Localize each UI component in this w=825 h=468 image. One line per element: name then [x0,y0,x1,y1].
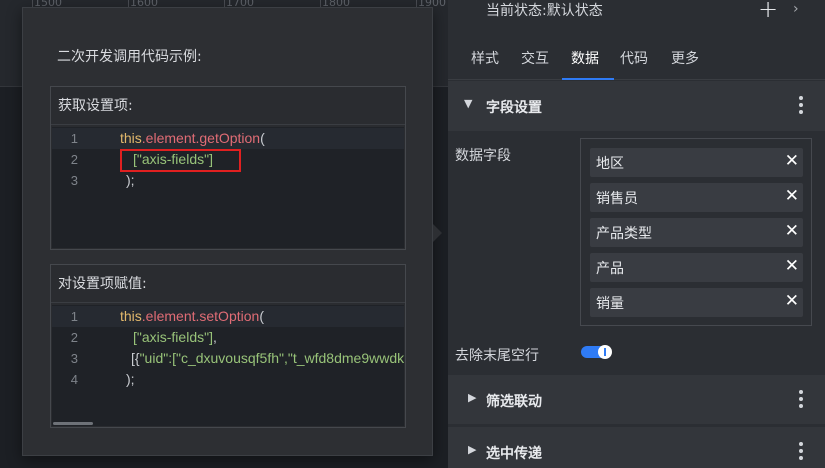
line-number: 1 [70,309,78,324]
code-token: ); [126,172,135,188]
toggle-knob [598,345,612,359]
code-token: .element.setOption [141,308,260,324]
more-vertical-icon[interactable] [797,390,805,410]
highlight-box [120,149,241,172]
close-icon[interactable]: ✕ [785,221,799,241]
field-tag[interactable]: 产品 ✕ [590,253,803,282]
close-icon[interactable]: ✕ [785,151,799,171]
code-token: this [120,130,142,146]
code-token: , [212,329,217,345]
caret-right-icon: ▶ [468,443,477,456]
code-line: 1 this.element.setOption( [52,306,404,327]
code-example-popup: 二次开发调用代码示例: 获取设置项: 1 this.element.getOpt… [22,7,433,456]
trim-empty-rows-toggle[interactable] [581,345,612,359]
section-title: 筛选联动 [486,394,542,410]
section-filter-link[interactable]: ▶ 筛选联动 [448,375,825,424]
chevron-right-icon[interactable]: › [793,1,799,17]
line-number: 3 [70,351,78,366]
line-number: 2 [70,152,78,167]
code-token: ); [126,371,135,387]
field-tag[interactable]: 地区 ✕ [590,148,803,177]
trim-empty-rows-label: 去除末尾空行 [455,348,539,364]
tab-style[interactable]: 样式 [471,48,499,68]
field-tag-label: 销量 [596,296,624,312]
code-editor-set[interactable]: 1 this.element.setOption( 2 ["axis-field… [52,305,404,426]
state-row: 当前状态:默认状态 + › [448,0,825,28]
code-line: 3 ); [52,170,404,191]
field-tag-label: 产品 [596,261,624,277]
line-number: 3 [70,173,78,188]
plus-icon[interactable]: + [758,0,778,23]
section-title: 选中传递 [486,446,542,462]
code-token: [{ [131,350,140,366]
popup-title: 二次开发调用代码示例: [57,49,202,65]
current-state-label: 当前状态:默认状态 [486,3,603,19]
tab-code[interactable]: 代码 [620,48,648,68]
field-tag-label: 产品类型 [596,226,652,242]
section-field-settings[interactable]: ▼ 字段设置 [448,81,825,131]
field-tag[interactable]: 销量 ✕ [590,288,803,317]
active-tab-indicator [562,78,614,80]
panel-tabs: 样式 交互 数据 代码 更多 [448,38,825,80]
code-editor-get[interactable]: 1 this.element.getOption( 2 ["axis-field… [52,127,404,248]
line-number: 2 [70,330,78,345]
set-option-title: 对设置项赋值: [51,265,405,303]
line-number: 1 [70,131,78,146]
code-token: ( [260,130,265,146]
close-icon[interactable]: ✕ [785,291,799,311]
code-line: 4 ); [52,369,404,390]
get-option-title: 获取设置项: [51,87,405,125]
field-tag[interactable]: 销售员 ✕ [590,183,803,212]
section-select-pass[interactable]: ▶ 选中传递 [448,427,825,468]
field-tag-label: 销售员 [596,191,638,207]
code-token: ["axis-fields"] [133,329,213,345]
code-line: 3 [{"uid":["c_dxuvousqf5fh","t_wfd8dme9w… [52,348,404,369]
caret-right-icon: ▶ [468,391,477,404]
horizontal-scrollbar[interactable] [53,422,93,425]
close-icon[interactable]: ✕ [785,186,799,206]
tab-interaction[interactable]: 交互 [521,48,549,68]
field-tag-label: 地区 [596,156,624,172]
more-vertical-icon[interactable] [797,96,805,116]
code-token: this [120,308,142,324]
line-number: 4 [70,372,78,387]
data-fields-label: 数据字段 [455,148,511,164]
code-token: .element.getOption [141,130,261,146]
more-vertical-icon[interactable] [797,442,805,462]
section-title: 字段设置 [486,100,542,116]
code-line: 1 this.element.getOption( [52,128,404,149]
tab-data[interactable]: 数据 [571,48,599,68]
code-token: "uid":["c_dxuvousqf5fh","t_wfd8dme9wwdk [139,350,404,366]
data-fields-list: 地区 ✕ 销售员 ✕ 产品类型 ✕ 产品 ✕ 销量 ✕ [580,138,812,326]
get-option-box: 获取设置项: 1 this.element.getOption( 2 ["axi… [50,86,406,250]
caret-down-icon: ▼ [464,97,473,110]
set-option-box: 对设置项赋值: 1 this.element.setOption( 2 ["ax… [50,264,406,428]
field-tag[interactable]: 产品类型 ✕ [590,218,803,247]
code-line: 2 ["axis-fields"], [52,327,404,348]
tab-more[interactable]: 更多 [671,48,699,68]
code-token: ( [259,308,264,324]
popup-pointer-arrow [433,224,442,242]
close-icon[interactable]: ✕ [785,256,799,276]
property-panel: 当前状态:默认状态 + › 样式 交互 数据 代码 更多 ▼ 字段设置 数据字段… [448,0,825,468]
